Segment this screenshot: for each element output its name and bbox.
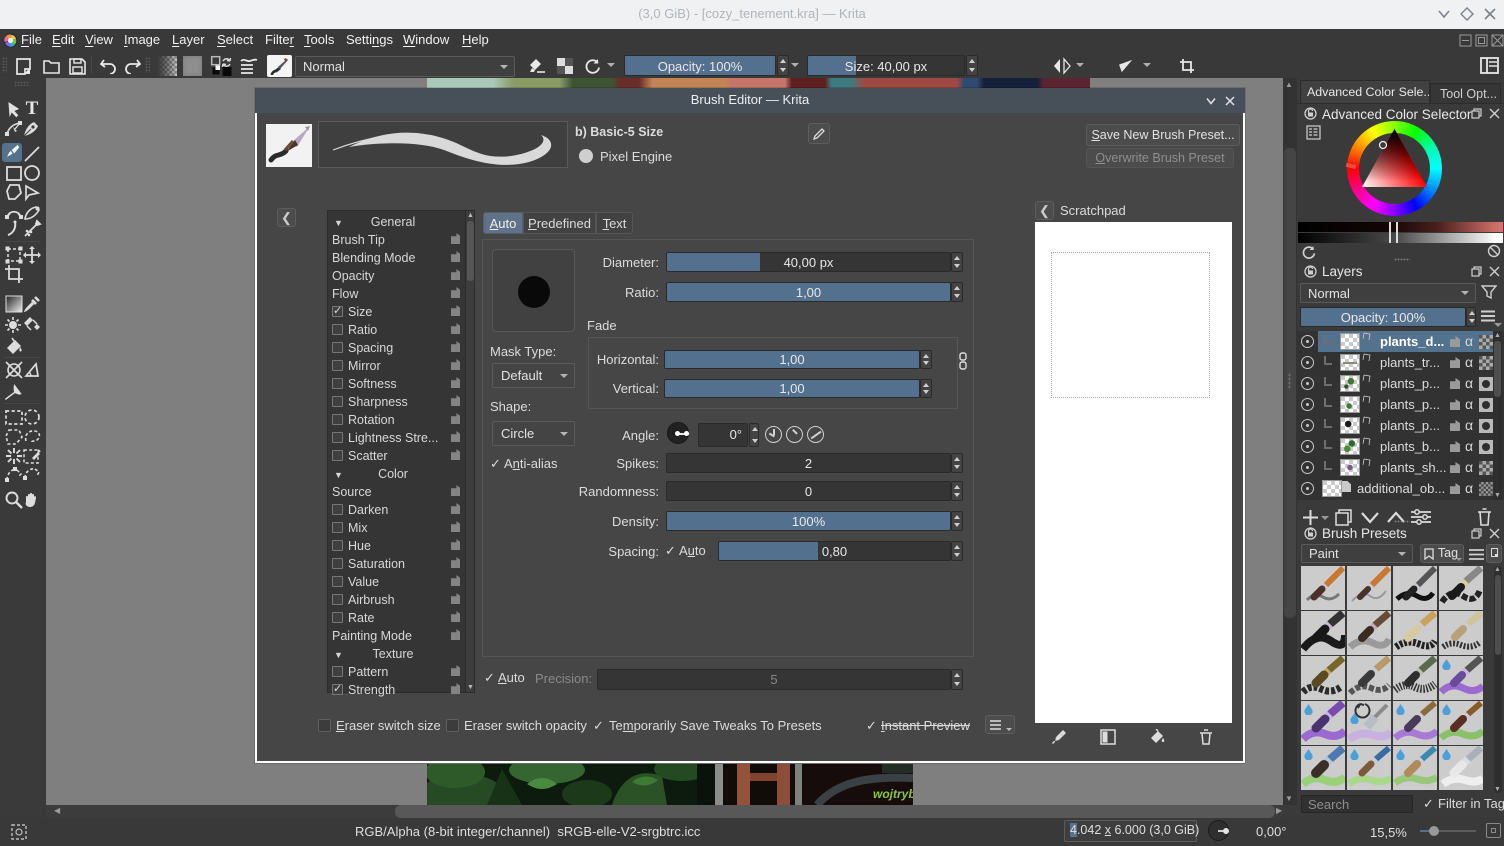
svg-text:wojtryb6: wojtryb6 xyxy=(873,787,913,801)
